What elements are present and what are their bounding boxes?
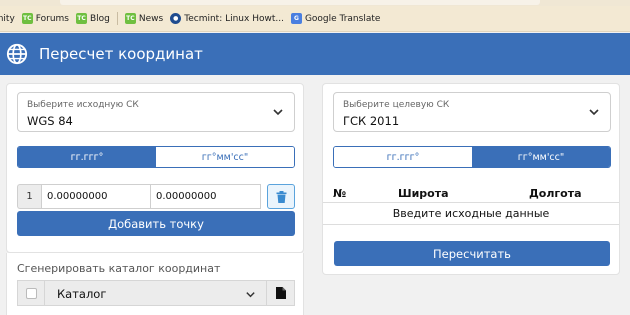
bookmark-forums[interactable]: TC Forums [21, 13, 69, 24]
latitude-input[interactable] [41, 184, 151, 209]
chevron-down-icon [246, 292, 255, 298]
delete-point-button[interactable] [267, 184, 295, 209]
chevron-down-icon [273, 109, 283, 116]
google-translate-icon: G [290, 13, 302, 24]
file-icon [275, 287, 286, 299]
bookmark-label: Forums [35, 13, 69, 24]
bookmark-blog[interactable]: TC Blog [76, 13, 110, 24]
catalog-checkbox[interactable] [17, 280, 45, 306]
catalog-row: Каталог [17, 280, 295, 306]
source-format-dms[interactable]: гг°мм'сс" [156, 147, 294, 167]
point-row: 1 [17, 184, 295, 209]
column-longitude: Долгота [529, 187, 582, 200]
catalog-panel: Сгенерировать каталог координат Каталог [6, 253, 304, 315]
target-cs-value: ГСК 2011 [343, 114, 400, 128]
address-bar[interactable] [60, 0, 540, 5]
target-format-decimal[interactable]: гг.ггг° [334, 147, 472, 167]
trash-icon [276, 190, 286, 203]
source-cs-value: WGS 84 [27, 114, 73, 128]
bookmark-unity[interactable]: unity [0, 14, 15, 24]
green-bookmark-icon: TC [21, 13, 33, 24]
app-header: Пересчет координат [0, 33, 630, 75]
bookmark-label: Tecmint: Linux Howt... [184, 13, 284, 24]
page-title: Пересчет координат [39, 45, 203, 63]
point-index: 1 [17, 184, 41, 209]
green-bookmark-icon: TC [124, 13, 136, 24]
bookmarks-bar: unity TC Forums TC Blog TC News ● Tecmin… [0, 6, 630, 32]
catalog-label: Сгенерировать каталог координат [17, 262, 221, 275]
catalog-select-value: Каталог [57, 287, 107, 301]
bookmark-tecmint[interactable]: ● Tecmint: Linux Howt... [170, 13, 284, 24]
catalog-select[interactable]: Каталог [45, 280, 267, 306]
target-cs-label: Выберите целевую СК [343, 100, 450, 110]
checkbox-box [25, 287, 37, 299]
target-format-toggle: гг.ггг° гг°мм'сс" [333, 146, 611, 168]
column-latitude: Широта [398, 187, 449, 200]
source-format-toggle: гг.ггг° гг°мм'сс" [17, 146, 295, 168]
bookmark-label: News [138, 13, 164, 24]
results-empty-message: Введите исходные данные [323, 203, 619, 225]
column-number: № [333, 187, 347, 200]
add-point-button[interactable]: Добавить точку [17, 211, 295, 236]
bookmark-label: Blog [90, 13, 110, 24]
results-table-header: № Широта Долгота [323, 181, 619, 203]
recalculate-button[interactable]: Пересчитать [334, 241, 610, 266]
target-format-dms[interactable]: гг°мм'сс" [472, 147, 610, 167]
chevron-down-icon [589, 109, 599, 116]
globe-icon [6, 43, 28, 65]
longitude-input[interactable] [151, 184, 261, 209]
bookmark-label: unity [0, 13, 15, 24]
source-panel: Выберите исходную СК WGS 84 гг.ггг° гг°м… [6, 83, 304, 253]
source-cs-select[interactable]: Выберите исходную СК WGS 84 [17, 92, 295, 132]
main-content: Выберите исходную СК WGS 84 гг.ггг° гг°м… [0, 75, 630, 315]
source-cs-label: Выберите исходную СК [27, 100, 139, 110]
tecmint-icon: ● [170, 13, 182, 24]
bookmark-news[interactable]: TC News [124, 13, 164, 24]
target-cs-select[interactable]: Выберите целевую СК ГСК 2011 [333, 92, 611, 132]
green-bookmark-icon: TC [76, 13, 87, 24]
bookmark-google-translate[interactable]: G Google Translate [290, 13, 381, 24]
export-file-button[interactable] [267, 280, 295, 306]
source-format-decimal[interactable]: гг.ггг° [18, 147, 156, 167]
target-panel: Выберите целевую СК ГСК 2011 гг.ггг° гг°… [322, 83, 620, 275]
bookmark-label: Google Translate [304, 13, 381, 24]
bookmark-separator [116, 12, 118, 25]
